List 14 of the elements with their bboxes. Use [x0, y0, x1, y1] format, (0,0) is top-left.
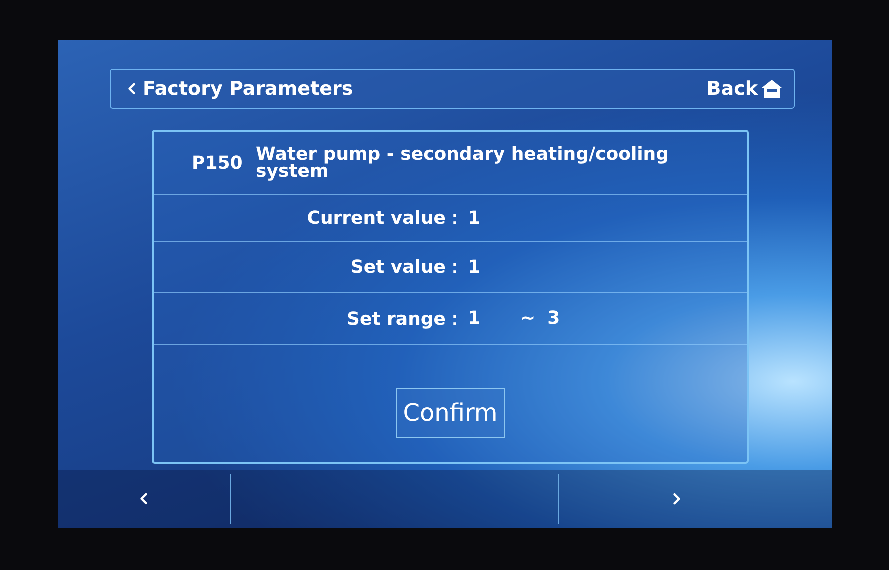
field-label: Current value： [306, 207, 464, 230]
confirm-button[interactable]: Confirm [396, 388, 505, 438]
parameter-name: Water pump - secondary heating/cooling system [256, 146, 670, 180]
range-label: Set range： [346, 308, 464, 330]
parameter-code: P150 [192, 152, 244, 174]
home-icon [760, 78, 784, 100]
range-max: 3 [548, 308, 560, 329]
range-separator: ~ [520, 308, 536, 329]
field-label: Set value： [350, 256, 464, 279]
page-title: Factory Parameters [143, 78, 354, 100]
field-value: 1 [468, 208, 481, 228]
back-button[interactable]: Back [706, 78, 784, 100]
field-value: 1 [468, 256, 481, 278]
range-min: 1 [468, 308, 481, 329]
